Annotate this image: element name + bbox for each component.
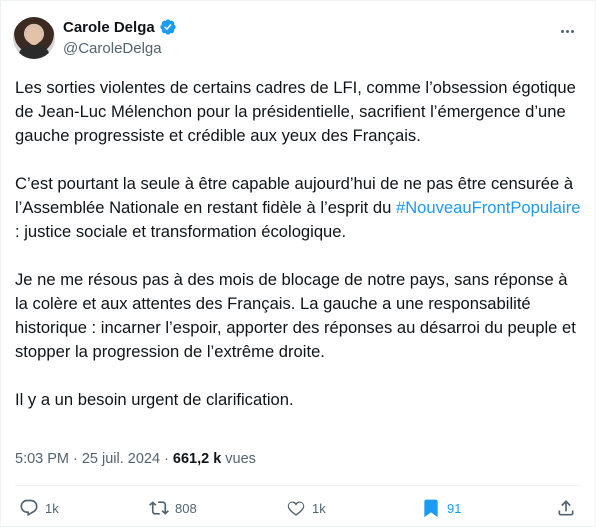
like-count: 1k (312, 500, 326, 516)
bookmark-count: 91 (447, 500, 462, 516)
views-count: 661,2 k (172, 451, 222, 467)
hashtag-suffix: : justice sociale et transformation écol… (15, 222, 347, 241)
more-dot (560, 29, 564, 33)
avatar-shoulders (19, 45, 49, 59)
meta-separator: · (73, 451, 78, 467)
more-dot (570, 29, 574, 33)
avatar[interactable] (13, 17, 55, 59)
reply-button[interactable]: 1k (19, 498, 59, 518)
author-handle[interactable]: @CaroleDelga (63, 40, 177, 57)
tweet-time[interactable]: 5:03 PM (15, 451, 69, 467)
tweet-paragraph: Les sorties violentes de certains cadres… (15, 78, 576, 145)
tweet-paragraph: C’est pourtant la seule à être capable a… (15, 172, 583, 244)
bookmark-button[interactable]: 91 (421, 498, 461, 518)
repost-button[interactable]: 808 (149, 498, 197, 518)
share-button[interactable] (556, 498, 576, 518)
tweet-date[interactable]: 25 juil. 2024 (82, 451, 160, 467)
tweet-card: Carole Delga @CaroleDelga Les sorties vi… (0, 0, 596, 527)
repost-icon (149, 501, 169, 515)
repost-count: 808 (175, 500, 197, 516)
reply-icon (20, 499, 38, 517)
author-block: Carole Delga @CaroleDelga (63, 17, 177, 57)
author-name[interactable]: Carole Delga (63, 19, 155, 36)
more-icon[interactable] (557, 21, 577, 41)
action-bar: 1k 808 1k 91 (1, 498, 596, 526)
name-row: Carole Delga (63, 17, 177, 37)
like-button[interactable]: 1k (286, 498, 326, 518)
tweet-paragraph: Je ne me résous pas à des mois de blocag… (15, 270, 576, 361)
like-icon (287, 501, 305, 516)
share-icon (558, 500, 574, 516)
meta-separator: · (164, 451, 169, 467)
verified-badge-icon (160, 19, 176, 35)
avatar-face (27, 27, 41, 45)
hashtag-link[interactable]: #NouveauFrontPopulaire (396, 198, 581, 217)
bookmark-icon (424, 499, 438, 518)
tweet-paragraph: Il y a un besoin urgent de clarification… (15, 390, 294, 409)
views-label: vues (225, 451, 256, 467)
more-dot (565, 29, 569, 33)
tweet-text: Les sorties violentes de certains cadres… (15, 76, 583, 412)
divider (15, 485, 581, 486)
tweet-meta: 5:03 PM · 25 juil. 2024 · 661,2 k vues (15, 451, 256, 467)
reply-count: 1k (45, 500, 59, 516)
